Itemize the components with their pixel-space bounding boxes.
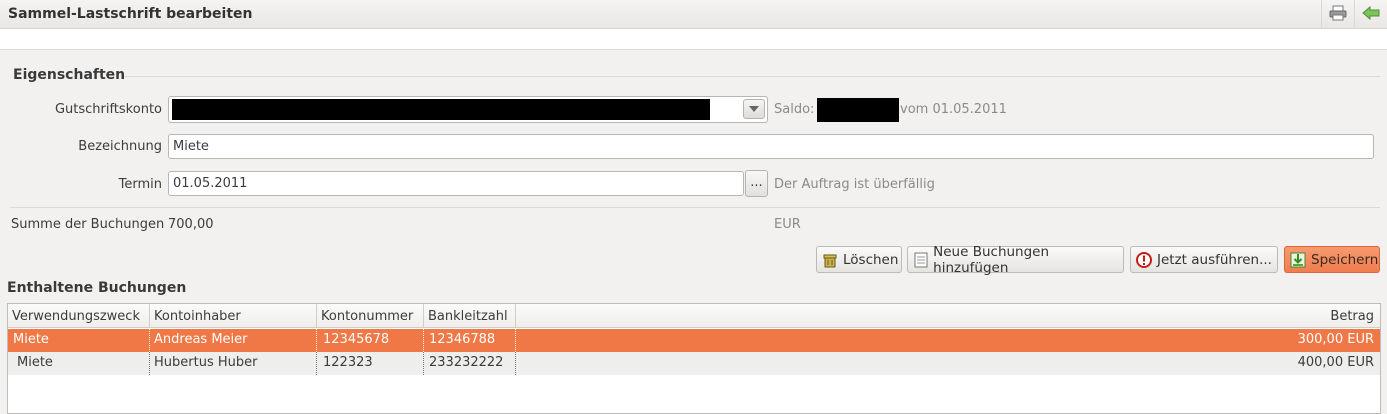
table-row[interactable]: Miete Andreas Meier 12345678 12346788 30… (8, 329, 1380, 352)
gutschriftskonto-label: Gutschriftskonto (54, 102, 162, 117)
row-divider (316, 329, 317, 352)
column-header-betrag[interactable]: Betrag (1330, 309, 1374, 324)
row-divider (423, 329, 424, 352)
column-divider (423, 304, 424, 328)
column-header-kontoinhaber[interactable]: Kontoinhaber (154, 309, 241, 324)
add-bookings-label: Neue Buchungen hinzufügen (933, 243, 1050, 276)
cell-bankleitzahl: 233232222 (429, 355, 504, 370)
column-divider (515, 304, 516, 328)
cell-kontoinhaber: Hubertus Huber (154, 355, 258, 370)
trash-icon (822, 252, 838, 268)
bezeichnung-label: Bezeichnung (78, 139, 162, 154)
back-button[interactable] (1354, 0, 1387, 29)
back-arrow-icon (1362, 5, 1380, 25)
termin-label: Termin (118, 177, 162, 192)
add-bookings-button[interactable]: Neue Buchungen hinzufügen (907, 243, 1124, 276)
cell-kontonummer: 122323 (323, 355, 373, 370)
execute-now-label: Jetzt ausführen... (1157, 251, 1272, 268)
save-button[interactable]: Speichern (1284, 246, 1380, 273)
warning-icon (1136, 251, 1152, 268)
redacted-saldo (817, 98, 899, 122)
section-divider-2 (10, 207, 1380, 208)
cell-verwendungszweck: Miete (13, 332, 49, 347)
cell-bankleitzahl: 12346788 (429, 332, 496, 347)
row-divider (515, 329, 516, 352)
gutschriftskonto-combobox[interactable] (168, 96, 768, 123)
saldo-date: vom 01.05.2011 (900, 102, 1007, 117)
delete-label: Löschen (843, 251, 899, 268)
delete-button[interactable]: Löschen (816, 246, 902, 273)
bezeichnung-value: Miete (173, 139, 209, 154)
column-divider (149, 304, 150, 328)
termin-status: Der Auftrag ist überfällig (774, 177, 935, 192)
summe-currency: EUR (774, 217, 801, 232)
cell-betrag: 300,00 EUR (1297, 332, 1374, 347)
column-header-kontonummer[interactable]: Kontonummer (321, 309, 413, 324)
termin-value: 01.05.2011 (173, 176, 248, 191)
section-divider (125, 76, 1380, 77)
buchungen-heading: Enthaltene Buchungen (7, 280, 187, 296)
save-label: Speichern (1311, 251, 1379, 268)
table-header: Verwendungszweck Kontoinhaber Kontonumme… (8, 304, 1380, 328)
window-title: Sammel-Lastschrift bearbeiten (8, 6, 253, 22)
buchungen-table: Verwendungszweck Kontoinhaber Kontonumme… (7, 303, 1381, 414)
document-icon (913, 252, 928, 268)
window-titlebar: Sammel-Lastschrift bearbeiten (0, 0, 1387, 29)
cell-kontonummer: 12345678 (323, 332, 390, 347)
printer-icon (1329, 5, 1347, 25)
execute-now-button[interactable]: Jetzt ausführen... (1130, 246, 1278, 273)
row-divider (149, 329, 150, 352)
summe-label: Summe der Buchungen (11, 217, 165, 232)
row-divider (316, 352, 317, 375)
cell-betrag: 400,00 EUR (1297, 355, 1374, 370)
cell-kontoinhaber: Andreas Meier (154, 332, 248, 347)
termin-input[interactable]: 01.05.2011 (168, 171, 744, 196)
save-icon (1290, 252, 1306, 268)
combobox-dropdown-button[interactable] (743, 99, 765, 119)
print-button[interactable] (1321, 0, 1354, 29)
redacted-account (172, 99, 710, 120)
bezeichnung-input[interactable]: Miete (168, 134, 1374, 159)
column-header-bankleitzahl[interactable]: Bankleitzahl (428, 309, 508, 324)
summe-value: 700,00 (168, 217, 214, 232)
termin-picker-button[interactable]: ... (745, 170, 768, 197)
row-divider (423, 352, 424, 375)
row-divider (149, 352, 150, 375)
cell-verwendungszweck: Miete (17, 355, 53, 370)
column-divider (316, 304, 317, 328)
row-divider (515, 352, 516, 375)
saldo-label: Saldo: (774, 102, 815, 117)
column-header-verwendungszweck[interactable]: Verwendungszweck (12, 309, 140, 324)
table-row[interactable]: Miete Hubertus Huber 122323 233232222 40… (8, 352, 1380, 375)
eigenschaften-heading: Eigenschaften (13, 67, 126, 83)
chevron-down-icon (749, 102, 759, 117)
header-strip (0, 29, 1387, 50)
